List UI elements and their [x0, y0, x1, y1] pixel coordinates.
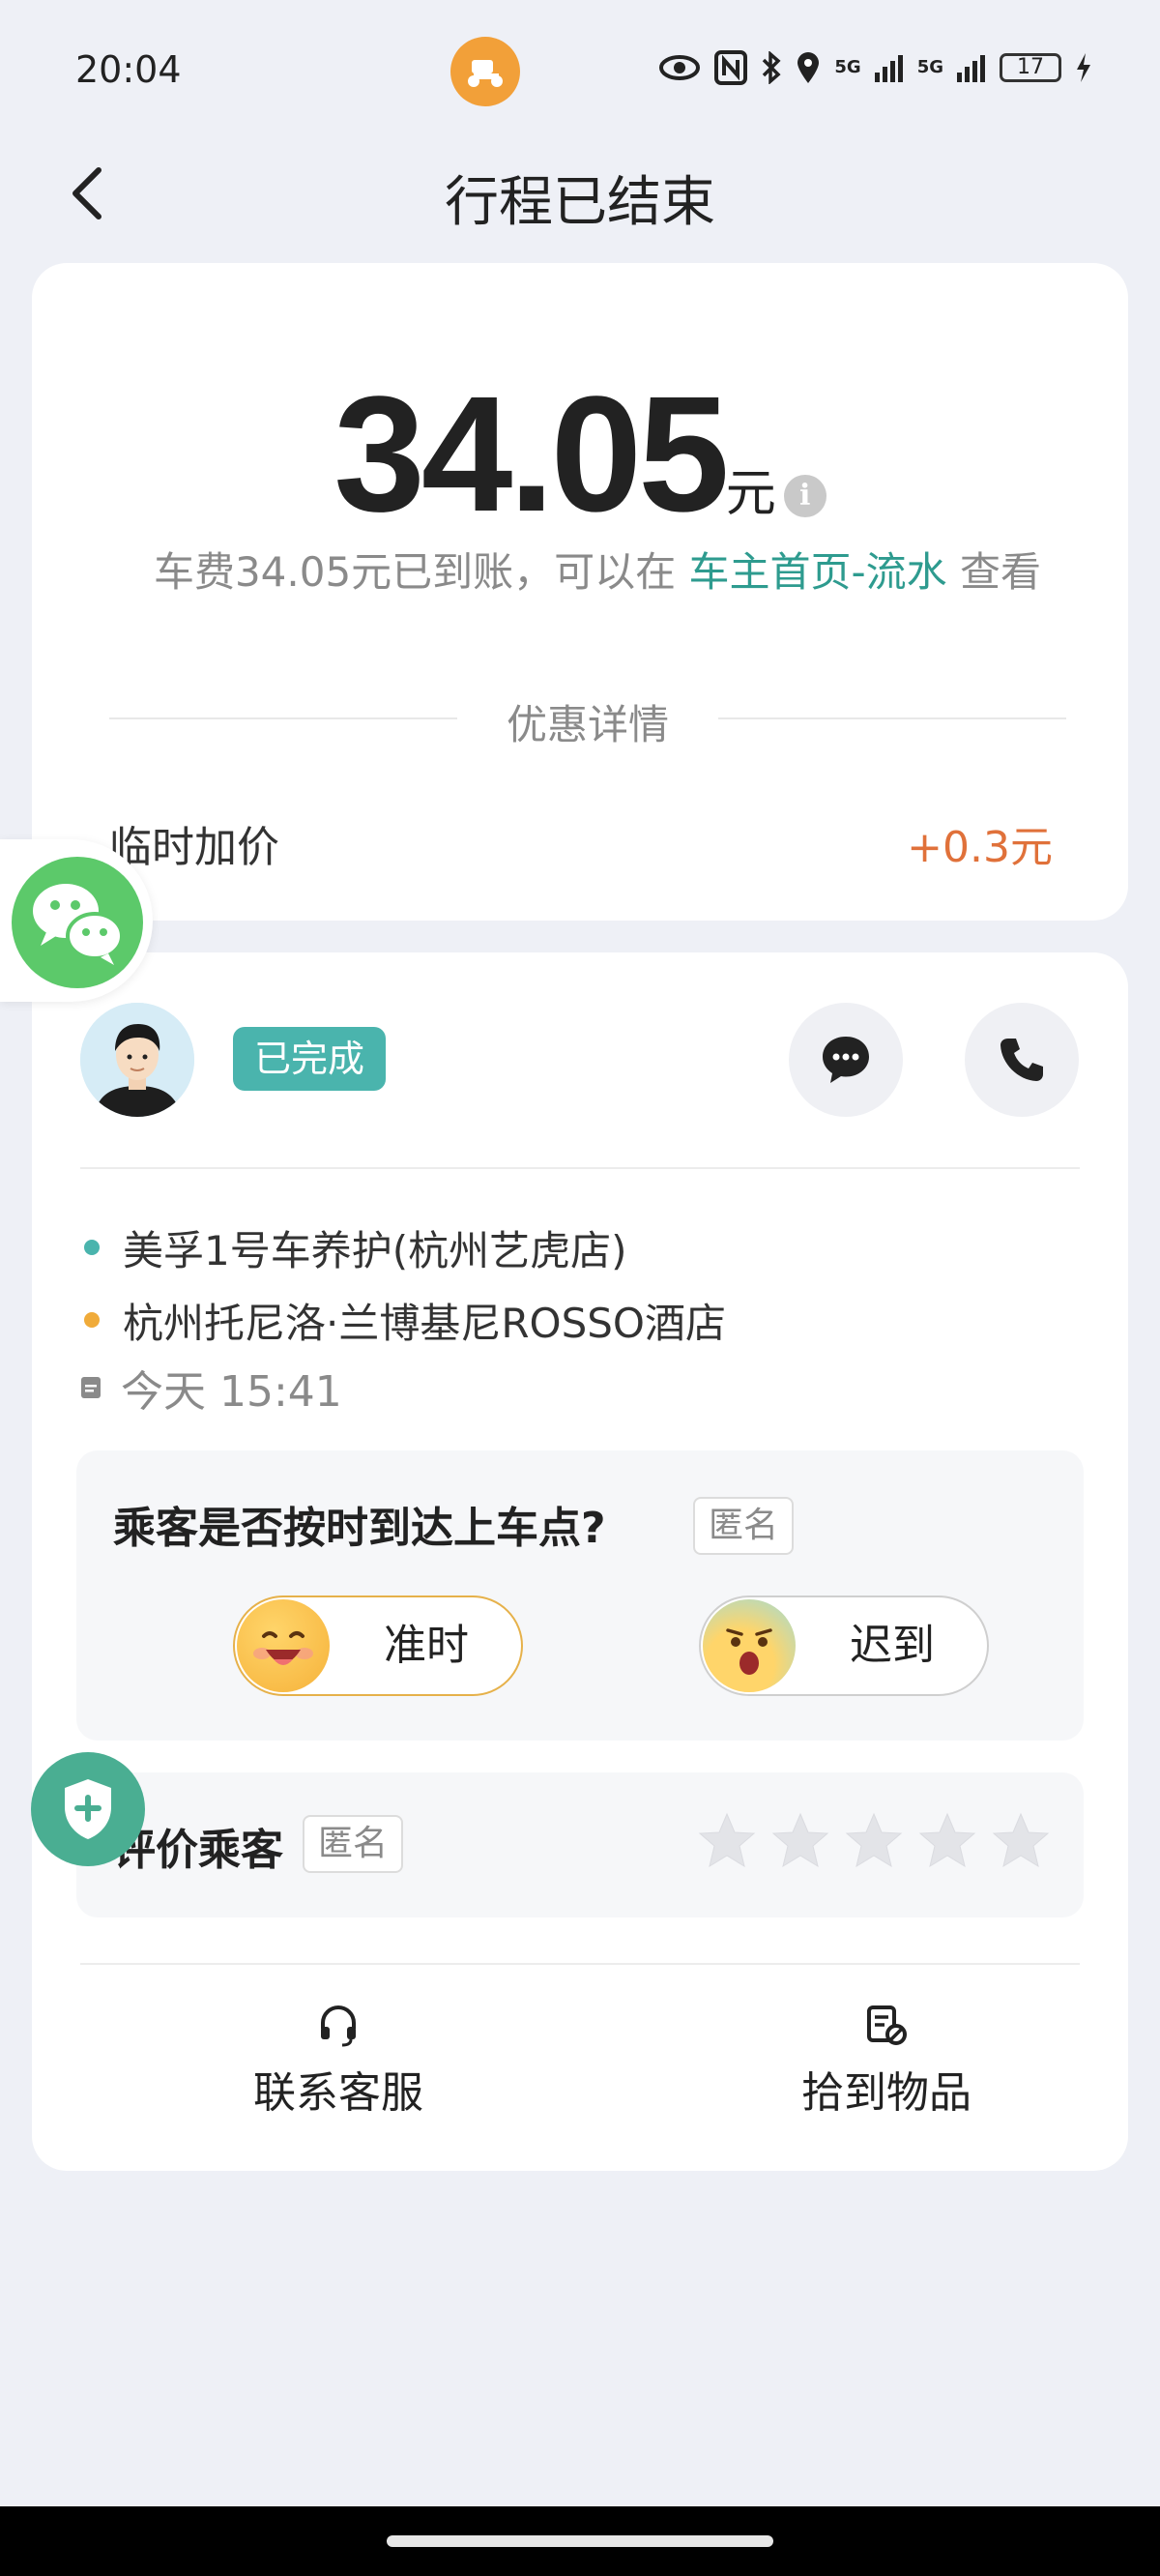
dropoff-dot-icon — [84, 1312, 100, 1328]
system-navigation-bar — [0, 2506, 1160, 2576]
status-icons: 5G 5G 17 — [658, 50, 1092, 85]
signal-icon — [957, 55, 985, 82]
pickup-address: 美孚1号车养护(杭州艺虎店) — [123, 1226, 627, 1274]
headset-icon — [321, 2005, 356, 2047]
status-time: 20:04 — [75, 48, 182, 91]
signal-icon — [874, 55, 903, 82]
on-time-label: 准时 — [384, 1621, 469, 1670]
chat-bubble-icon — [823, 1037, 869, 1083]
star-icon[interactable] — [844, 1811, 904, 1871]
happy-face-icon — [237, 1599, 330, 1692]
rating-panel: 评价乘客 匿名 — [76, 1772, 1084, 1917]
shield-plus-icon — [65, 1779, 111, 1839]
discount-header: 优惠详情 — [109, 688, 1066, 748]
earnings-link[interactable]: 车主首页-流水 — [689, 548, 947, 596]
star-icon[interactable] — [770, 1811, 830, 1871]
star-icon[interactable] — [697, 1811, 757, 1871]
status-badge: 已完成 — [233, 1027, 386, 1091]
bluetooth-icon — [763, 51, 781, 84]
punctuality-panel: 乘客是否按时到达上车点? 匿名 准时 迟到 — [76, 1450, 1084, 1741]
dropoff-row: 杭州托尼洛·兰博基尼ROSSO酒店 — [80, 1291, 726, 1349]
wechat-icon — [12, 857, 143, 988]
star-rating[interactable] — [697, 1811, 1051, 1871]
anonymous-tag: 匿名 — [693, 1497, 795, 1555]
fare-note: 车费34.05元已到账，可以在 车主首页-流水 查看 — [119, 543, 1076, 601]
divider — [80, 1963, 1080, 1965]
fare-amount: 34.05 — [334, 363, 729, 546]
eye-icon — [659, 55, 701, 80]
fare-card: 34.05元 i 车费34.05元已到账，可以在 车主首页-流水 查看 优惠详情 … — [32, 263, 1128, 921]
trip-card: 已完成 美孚1号车养护(杭州艺虎店) 杭州托尼洛·兰博基尼ROSSO酒店 今天 … — [32, 952, 1128, 2171]
location-icon — [798, 52, 820, 83]
surcharge-value: +0.3元 — [907, 823, 1053, 872]
wechat-float-button[interactable] — [0, 839, 153, 1002]
lost-items-button[interactable]: 拾到物品 — [693, 2002, 1080, 2120]
dropoff-address: 杭州托尼洛·兰博基尼ROSSO酒店 — [123, 1299, 726, 1347]
page-title: 行程已结束 — [445, 171, 715, 234]
contact-service-label: 联系客服 — [253, 2068, 423, 2118]
info-icon[interactable]: i — [783, 475, 826, 517]
nav-bar: 行程已结束 — [0, 145, 1160, 242]
call-button[interactable] — [965, 1003, 1079, 1117]
charging-icon — [1077, 53, 1090, 82]
lost-items-label: 拾到物品 — [801, 2068, 972, 2118]
fare-note-prefix: 车费34.05元已到账，可以在 — [153, 548, 689, 596]
network-label-1: 5G — [834, 57, 861, 77]
star-icon[interactable] — [991, 1811, 1051, 1871]
trip-time-row: 今天 15:41 — [80, 1359, 342, 1417]
fare-amount-row: 34.05元 i — [32, 360, 1128, 549]
divider — [80, 1167, 1080, 1169]
scooter-app-icon — [450, 37, 520, 106]
divider-line — [718, 717, 1066, 719]
fare-note-suffix: 查看 — [946, 548, 1042, 596]
status-bar: 20:04 5G 5G 17 — [0, 0, 1160, 145]
worried-face-icon — [703, 1599, 796, 1692]
battery-icon: 17 — [1000, 53, 1061, 82]
on-time-button[interactable]: 准时 — [233, 1595, 523, 1696]
found-item-icon — [867, 2005, 907, 2045]
home-indicator[interactable] — [387, 2535, 773, 2547]
discount-header-text: 优惠详情 — [506, 701, 669, 748]
safety-shield-button[interactable] — [31, 1752, 145, 1866]
fare-unit: 元 — [725, 465, 776, 523]
anonymous-tag: 匿名 — [303, 1815, 404, 1873]
pickup-row: 美孚1号车养护(杭州艺虎店) — [80, 1218, 627, 1276]
avatar[interactable] — [80, 1003, 194, 1117]
calendar-icon — [81, 1377, 101, 1398]
late-label: 迟到 — [850, 1621, 935, 1670]
late-button[interactable]: 迟到 — [699, 1595, 989, 1696]
contact-service-button[interactable]: 联系客服 — [145, 2002, 532, 2120]
nfc-icon — [714, 50, 748, 85]
trip-time: 今天 15:41 — [121, 1367, 342, 1417]
pickup-dot-icon — [84, 1240, 100, 1255]
message-button[interactable] — [789, 1003, 903, 1117]
phone-icon — [1000, 1039, 1043, 1081]
punctuality-question: 乘客是否按时到达上车点? — [113, 1504, 606, 1553]
network-label-2: 5G — [916, 57, 943, 77]
star-icon[interactable] — [917, 1811, 977, 1871]
